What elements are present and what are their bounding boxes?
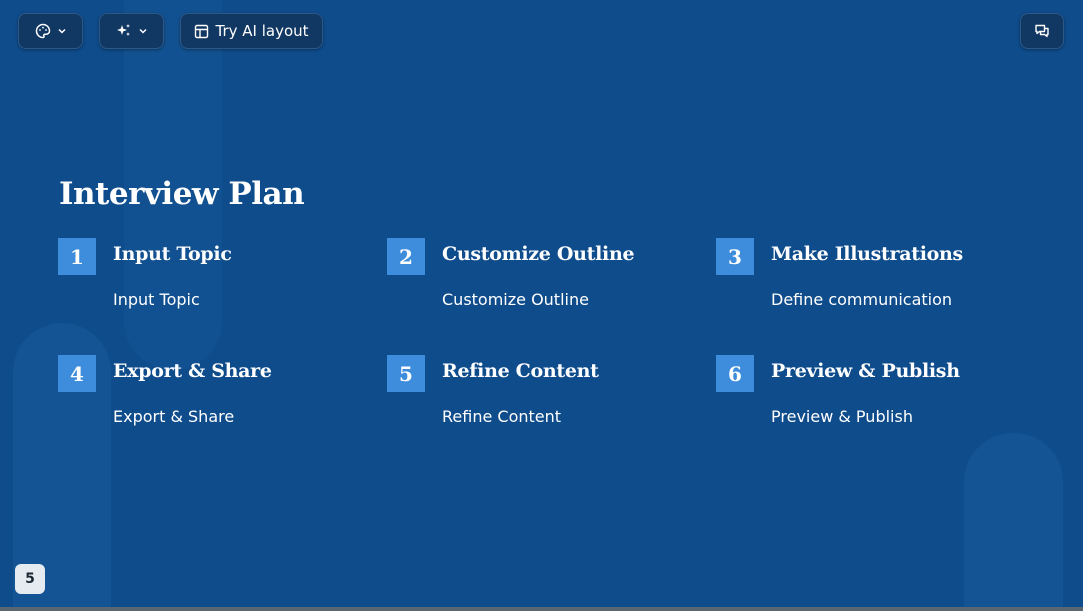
slide-title[interactable]: Interview Plan <box>59 176 305 212</box>
step-item-5[interactable]: 5 Refine Content Refine Content <box>387 355 687 435</box>
try-ai-layout-button[interactable]: Try AI layout <box>180 13 323 49</box>
chevron-down-icon <box>57 26 67 36</box>
step-description[interactable]: Preview & Publish <box>771 407 913 426</box>
chevron-down-icon <box>138 26 148 36</box>
sparkles-icon <box>116 23 132 39</box>
theme-button[interactable] <box>18 13 83 49</box>
step-item-1[interactable]: 1 Input Topic Input Topic <box>58 238 358 318</box>
step-description[interactable]: Define communication <box>771 290 952 309</box>
step-number: 3 <box>716 238 754 275</box>
page-number-badge[interactable]: 5 <box>15 564 45 594</box>
step-description[interactable]: Input Topic <box>113 290 200 309</box>
comments-button[interactable] <box>1020 13 1064 49</box>
comments-icon <box>1034 23 1050 39</box>
step-description[interactable]: Customize Outline <box>442 290 589 309</box>
step-item-3[interactable]: 3 Make Illustrations Define communicatio… <box>716 238 1016 318</box>
step-number: 2 <box>387 238 425 275</box>
step-title[interactable]: Input Topic <box>113 243 232 265</box>
step-title[interactable]: Preview & Publish <box>771 360 960 382</box>
step-title[interactable]: Customize Outline <box>442 243 635 265</box>
step-description[interactable]: Export & Share <box>113 407 234 426</box>
ai-assist-button[interactable] <box>99 13 164 49</box>
step-number: 6 <box>716 355 754 392</box>
step-description[interactable]: Refine Content <box>442 407 561 426</box>
bottom-edge <box>0 607 1083 611</box>
step-title[interactable]: Refine Content <box>442 360 599 382</box>
step-number: 1 <box>58 238 96 275</box>
slide-canvas[interactable]: Interview Plan 1 Input Topic Input Topic… <box>0 0 1083 607</box>
step-item-6[interactable]: 6 Preview & Publish Preview & Publish <box>716 355 1016 435</box>
try-ai-layout-label: Try AI layout <box>215 22 309 40</box>
step-title[interactable]: Make Illustrations <box>771 243 963 265</box>
step-item-4[interactable]: 4 Export & Share Export & Share <box>58 355 358 435</box>
step-number: 5 <box>387 355 425 392</box>
layout-icon <box>194 24 209 39</box>
step-title[interactable]: Export & Share <box>113 360 272 382</box>
step-item-2[interactable]: 2 Customize Outline Customize Outline <box>387 238 687 318</box>
step-number: 4 <box>58 355 96 392</box>
decorative-pill-right <box>964 433 1063 607</box>
palette-icon <box>35 23 51 39</box>
